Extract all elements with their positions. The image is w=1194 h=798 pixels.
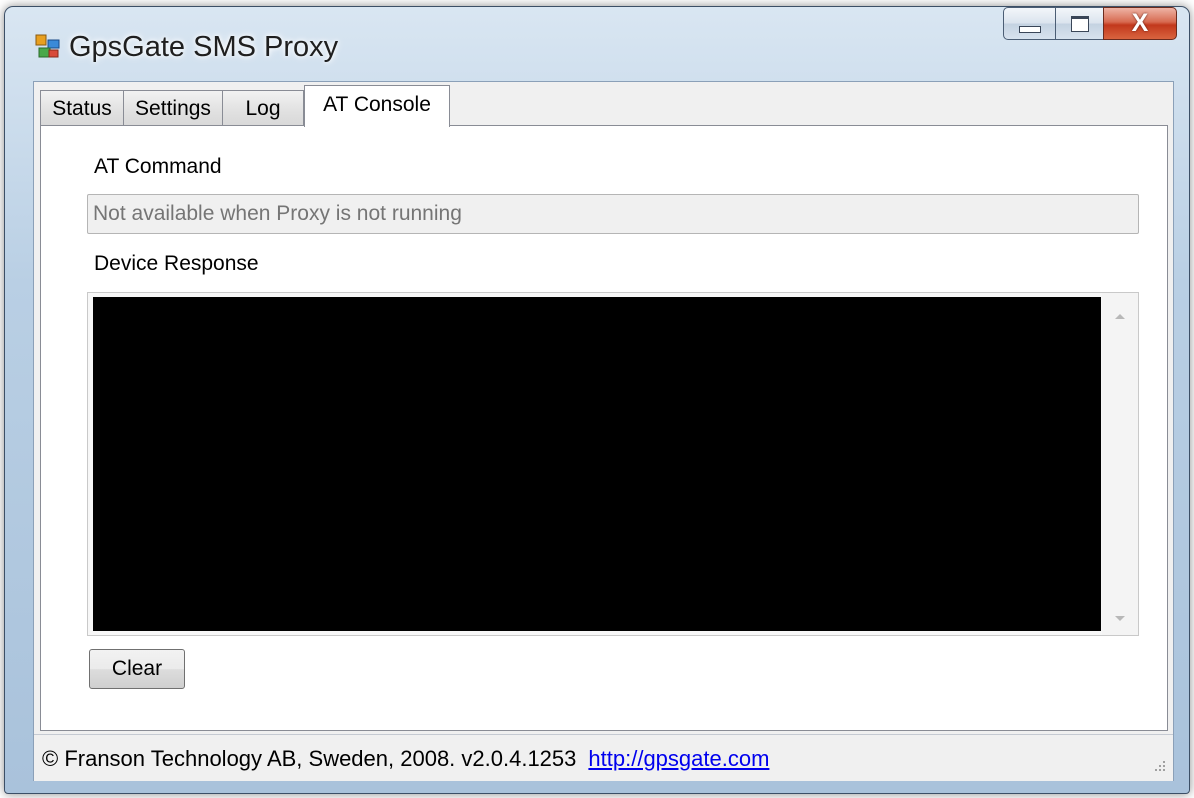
vertical-scrollbar[interactable] [1102,293,1138,635]
maximize-button[interactable] [1055,7,1104,40]
tab-log[interactable]: Log [222,90,304,126]
tab-settings[interactable]: Settings [123,90,223,126]
device-response-label: Device Response [94,252,259,275]
device-response-box [87,292,1139,636]
app-icon [35,34,60,58]
tab-label: Status [52,96,112,120]
at-command-input[interactable] [87,194,1139,234]
tab-at-console[interactable]: AT Console [304,85,450,127]
scroll-down-button[interactable] [1102,603,1138,633]
scroll-up-button[interactable] [1102,301,1138,331]
at-command-label: AT Command [94,155,222,178]
minimize-button[interactable] [1003,7,1056,40]
copyright-text: © Franson Technology AB, Sweden, 2008. v… [42,746,577,771]
website-link[interactable]: http://gpsgate.com [588,746,769,771]
tab-label: AT Console [323,93,431,116]
tab-label: Settings [135,96,211,120]
minimize-icon [1018,26,1041,33]
status-text: © Franson Technology AB, Sweden, 2008. v… [42,746,769,772]
title-bar[interactable]: GpsGate SMS Proxy X [5,7,1189,85]
close-icon: X [1131,9,1149,37]
maximize-icon [1070,15,1089,32]
client-area: Status Settings Log AT Console AT Comman… [33,81,1174,781]
arrow-down-icon [1115,615,1125,621]
at-console-panel: AT Command Device Response Clear [40,125,1168,731]
status-bar: © Franson Technology AB, Sweden, 2008. v… [34,734,1173,781]
clear-button[interactable]: Clear [89,649,185,689]
device-response-output[interactable] [93,297,1101,631]
main-window: GpsGate SMS Proxy X Status Settings Log … [4,6,1190,794]
arrow-up-icon [1115,313,1125,319]
window-title: GpsGate SMS Proxy [69,31,339,63]
tab-status[interactable]: Status [40,90,124,126]
tab-label: Log [245,96,281,120]
resize-grip-icon[interactable] [1151,759,1167,775]
close-button[interactable]: X [1103,7,1177,40]
